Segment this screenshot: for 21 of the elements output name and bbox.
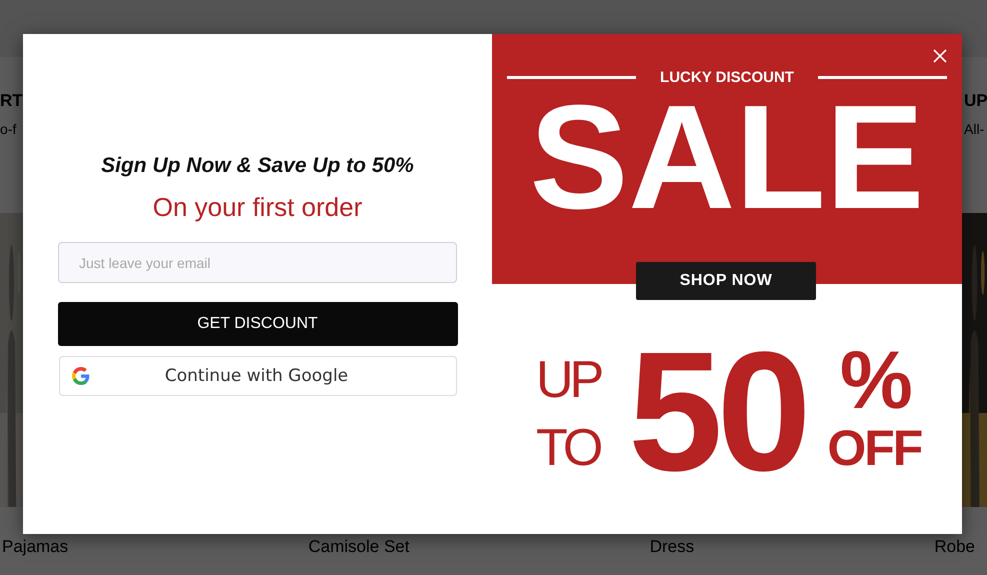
sale-headline: SALE [530, 84, 924, 232]
section-subtitle: o-f [0, 121, 16, 137]
section-subtitle: All- [964, 121, 984, 137]
product-name[interactable]: Robe [934, 537, 975, 557]
off-text: OFF [827, 420, 922, 476]
up-to-text: TO [536, 418, 601, 479]
popup-subheading: On your first order [152, 192, 362, 223]
popup-heading: Sign Up Now & Save Up to 50% [101, 154, 414, 178]
shop-now-button[interactable]: SHOP NOW [636, 262, 816, 300]
product-name[interactable]: Pajamas [2, 537, 68, 557]
up-to-text: UP [536, 350, 602, 411]
email-field[interactable]: Just leave your email [58, 242, 457, 283]
banner-eyebrow: LUCKY DISCOUNT [660, 69, 794, 86]
section-title: RT [0, 91, 23, 111]
percent-sign: % [840, 342, 913, 420]
get-discount-button[interactable]: GET DISCOUNT [58, 302, 458, 346]
product-name[interactable]: Dress [650, 537, 694, 557]
discount-amount: 50 [628, 332, 806, 492]
product-name[interactable]: Camisole Set [308, 537, 410, 557]
google-button[interactable]: Continue with Google [58, 356, 456, 396]
section-title: UP [964, 91, 987, 111]
